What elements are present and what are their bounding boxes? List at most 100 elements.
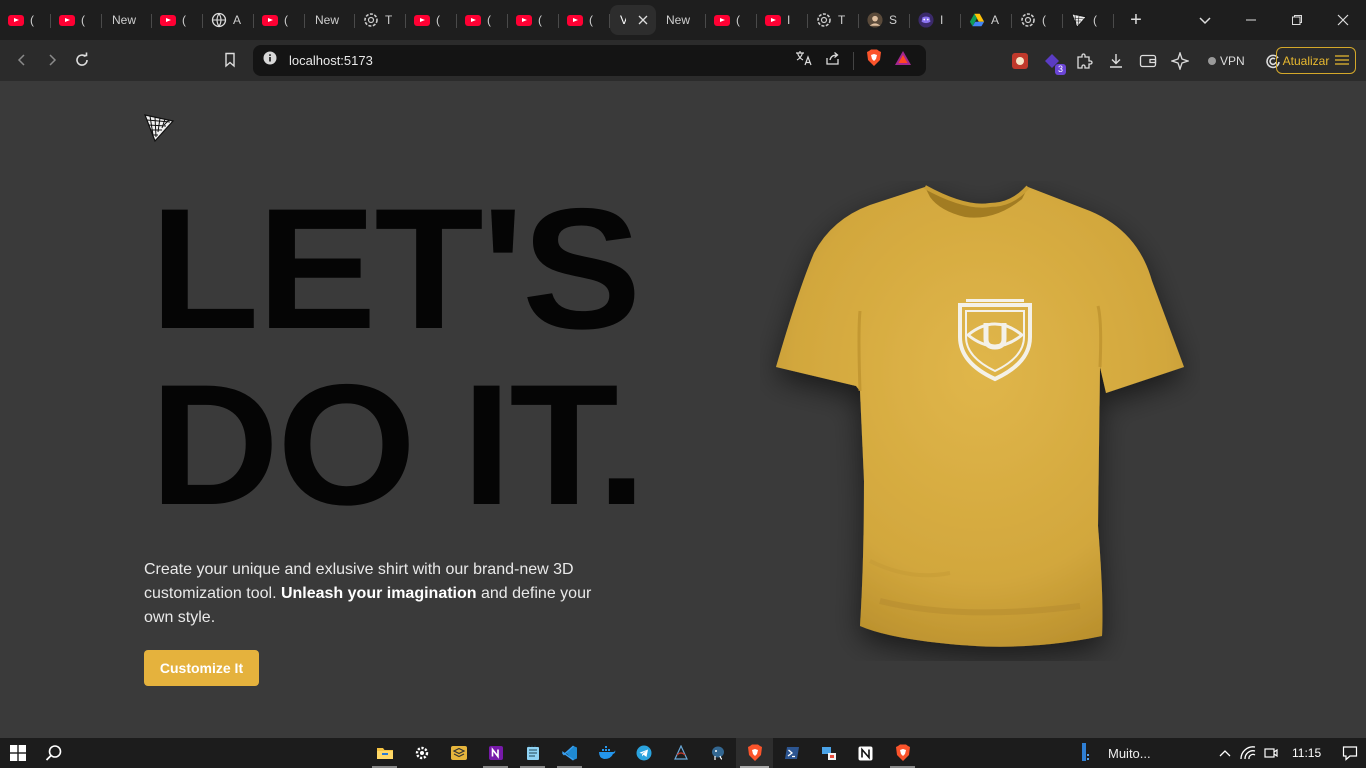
weather-icon[interactable] xyxy=(1070,738,1100,768)
close-tab-icon[interactable] xyxy=(638,12,648,28)
tab[interactable]: ( xyxy=(706,5,757,35)
tab-title: ( xyxy=(30,13,34,27)
extension-badge: 3 xyxy=(1054,64,1066,75)
postgresql-icon[interactable] xyxy=(699,738,736,768)
tab[interactable]: ( xyxy=(1012,5,1063,35)
tab[interactable]: New xyxy=(102,5,152,35)
brave-shields-icon[interactable] xyxy=(866,49,882,72)
show-hidden-icons-chevron-icon[interactable] xyxy=(1214,738,1236,768)
sql-server-icon[interactable] xyxy=(662,738,699,768)
vscode-icon[interactable] xyxy=(551,738,588,768)
youtube-icon xyxy=(59,12,75,28)
tab[interactable]: ( xyxy=(457,5,508,35)
tab[interactable]: ( xyxy=(1063,5,1114,35)
minimize-button[interactable] xyxy=(1228,0,1274,40)
tab[interactable]: T xyxy=(808,5,859,35)
tab-active[interactable]: V xyxy=(610,5,656,35)
brave-rewards-icon[interactable] xyxy=(894,50,912,71)
avatar-icon xyxy=(867,12,883,28)
brave-browser-icon[interactable] xyxy=(736,738,773,768)
taskbar-clock[interactable]: 11:15 xyxy=(1292,746,1328,760)
tab-title: T xyxy=(838,13,846,27)
site-info-icon[interactable] xyxy=(263,51,277,70)
onenote-icon[interactable] xyxy=(477,738,514,768)
update-button[interactable]: Atualizar xyxy=(1276,47,1356,74)
stack-app-icon[interactable] xyxy=(440,738,477,768)
tab-title: ( xyxy=(589,13,593,27)
download-icon[interactable] xyxy=(1104,49,1128,73)
tab-title: ( xyxy=(436,13,440,27)
translate-icon[interactable] xyxy=(795,50,813,71)
triangle-logo-icon xyxy=(1071,12,1087,28)
close-window-button[interactable] xyxy=(1320,0,1366,40)
tab-title: New xyxy=(315,13,340,27)
tab-title: A xyxy=(233,13,242,27)
vpn-button[interactable]: VPN xyxy=(1200,48,1253,74)
forward-button[interactable] xyxy=(37,45,67,75)
reload-button[interactable] xyxy=(67,45,97,75)
new-tab-button[interactable]: + xyxy=(1122,6,1150,34)
headline-line-1: LET'S xyxy=(150,173,641,365)
site-logo-icon[interactable] xyxy=(143,111,175,143)
extension-purple-icon[interactable]: 3 xyxy=(1040,49,1066,75)
tab[interactable]: A xyxy=(961,5,1012,35)
tab[interactable]: I xyxy=(910,5,961,35)
tab-title: New xyxy=(112,13,137,27)
tab[interactable]: S xyxy=(859,5,910,35)
settings-gear-icon[interactable] xyxy=(403,738,440,768)
hero-headline: LET'S DO IT. xyxy=(150,173,646,533)
tab[interactable]: ( xyxy=(0,5,51,35)
youtube-icon xyxy=(8,12,24,28)
notification-center-icon[interactable] xyxy=(1328,738,1366,768)
tab[interactable]: A xyxy=(203,5,254,35)
tab-list: ((New (A (New T ((((V New (I T S I A (( xyxy=(0,0,1114,40)
tab[interactable]: ( xyxy=(254,5,305,35)
tshirt-3d-model[interactable] xyxy=(760,181,1200,661)
notepad-icon[interactable] xyxy=(514,738,551,768)
brave-browser-2-icon[interactable] xyxy=(884,738,921,768)
youtube-icon xyxy=(765,12,781,28)
battery-volume-icon[interactable] xyxy=(1260,738,1282,768)
file-explorer-icon[interactable] xyxy=(366,738,403,768)
tab[interactable]: ( xyxy=(152,5,203,35)
extensions-puzzle-icon[interactable] xyxy=(1072,49,1096,73)
tab[interactable]: T xyxy=(355,5,406,35)
wallet-icon[interactable] xyxy=(1136,49,1160,73)
youtube-icon xyxy=(160,12,176,28)
docker-icon[interactable] xyxy=(588,738,625,768)
address-bar[interactable]: localhost:5173 xyxy=(253,45,926,76)
tab[interactable]: I xyxy=(757,5,808,35)
powershell-icon[interactable] xyxy=(773,738,810,768)
tab[interactable]: ( xyxy=(559,5,610,35)
search-icon[interactable] xyxy=(36,738,72,768)
leo-ai-icon[interactable] xyxy=(1168,49,1192,73)
extension-red-icon[interactable] xyxy=(1008,49,1032,73)
bookmark-icon[interactable] xyxy=(215,45,245,75)
back-button[interactable] xyxy=(7,45,37,75)
network-app-icon[interactable] xyxy=(810,738,847,768)
hero-description: Create your unique and exlusive shirt wi… xyxy=(144,558,604,630)
url-text[interactable]: localhost:5173 xyxy=(289,53,373,68)
customize-it-button[interactable]: Customize It xyxy=(144,650,259,686)
share-icon[interactable] xyxy=(825,50,841,71)
restore-button[interactable] xyxy=(1274,0,1320,40)
extensions-area: 3 VPN xyxy=(1008,46,1285,76)
weather-label[interactable]: Muito... xyxy=(1108,738,1178,768)
divider xyxy=(853,51,854,70)
tab[interactable]: New xyxy=(656,5,706,35)
tab-title: ( xyxy=(538,13,542,27)
wifi-icon[interactable] xyxy=(1236,738,1260,768)
vpn-label: VPN xyxy=(1220,54,1245,68)
globe-icon xyxy=(211,12,227,28)
tab-title: T xyxy=(385,13,393,27)
tab-search-chevron-icon[interactable] xyxy=(1182,0,1228,40)
tab-title: ( xyxy=(1042,13,1046,27)
tab[interactable]: ( xyxy=(51,5,102,35)
start-windows-icon[interactable] xyxy=(0,738,36,768)
notion-icon[interactable] xyxy=(847,738,884,768)
tab[interactable]: ( xyxy=(406,5,457,35)
tab[interactable]: ( xyxy=(508,5,559,35)
telegram-icon[interactable] xyxy=(625,738,662,768)
openai-icon xyxy=(1020,12,1036,28)
tab[interactable]: New xyxy=(305,5,355,35)
